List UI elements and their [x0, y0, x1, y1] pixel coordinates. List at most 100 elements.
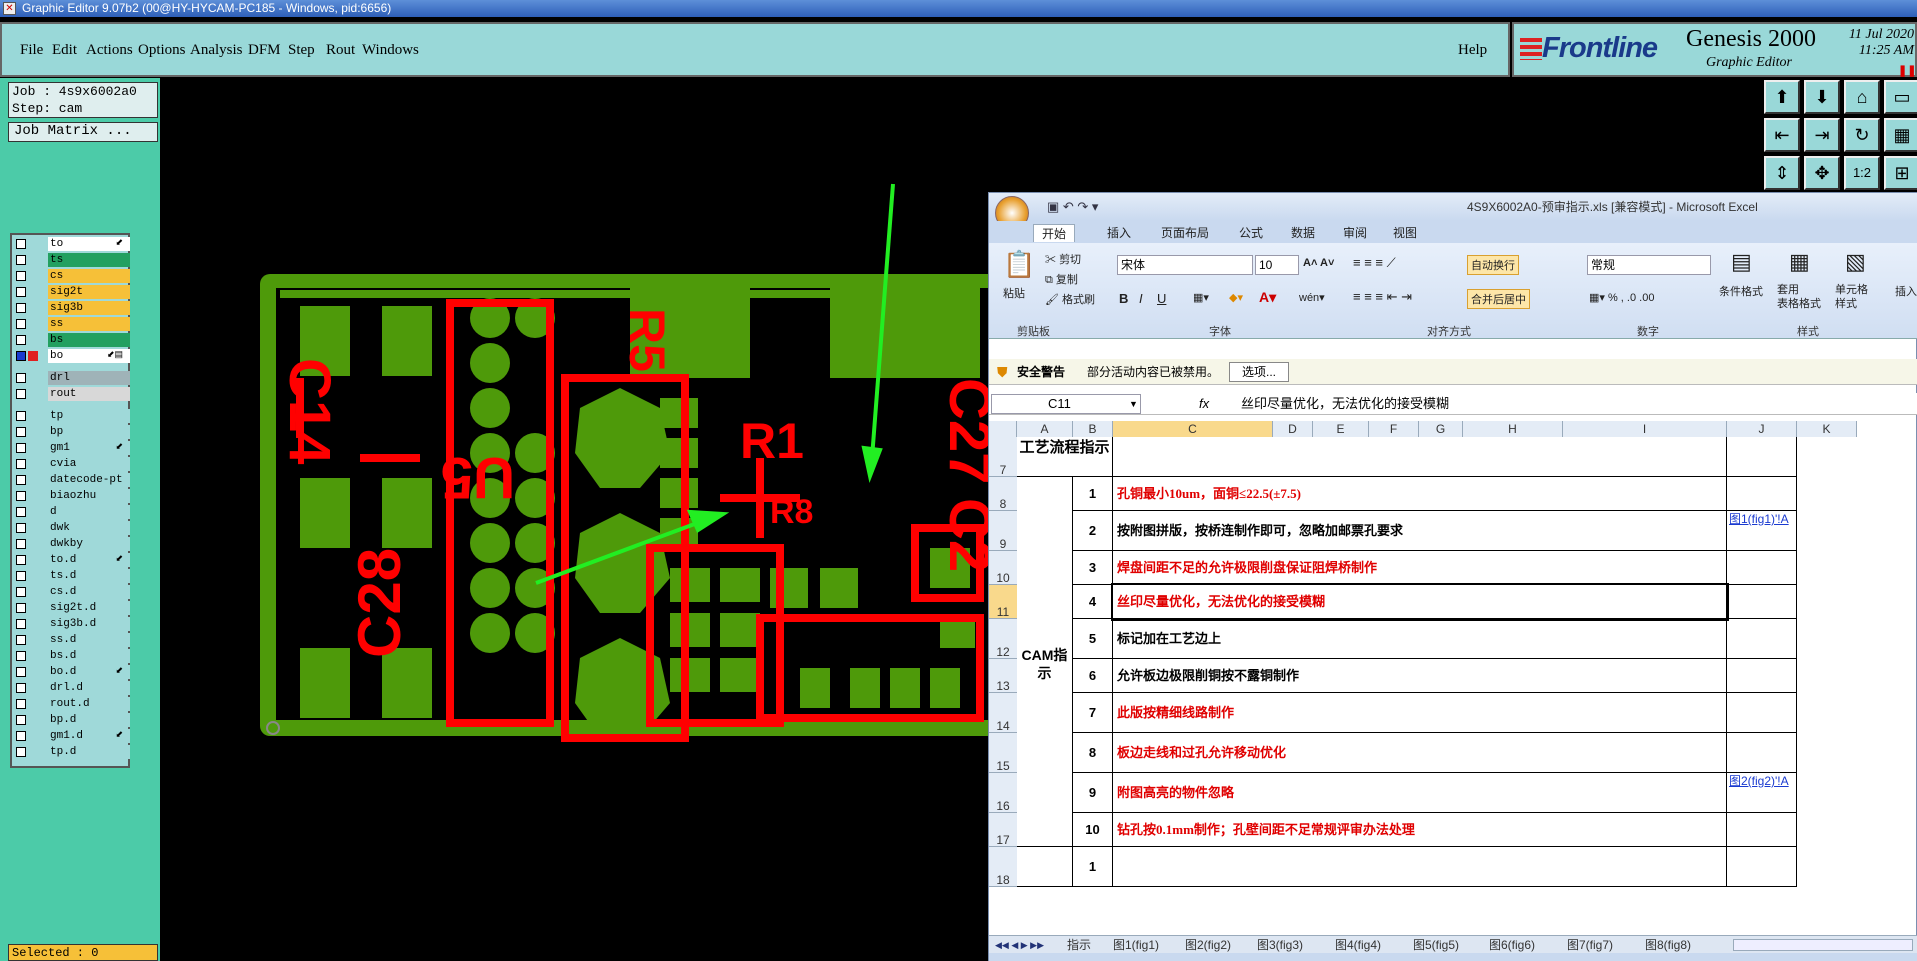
merge-center-button[interactable]: 合并后居中	[1467, 289, 1530, 309]
layer-row[interactable]: sig2t	[14, 285, 130, 299]
item-number[interactable]: 3	[1073, 551, 1113, 585]
instruction-cell[interactable]: 钻孔按0.1mm制作；孔壁间距不足常规评审办法处理	[1113, 813, 1727, 847]
instruction-cell[interactable]: 丝印尽量优化，无法优化的接受模糊	[1111, 583, 1729, 621]
row-header[interactable]: 15	[989, 733, 1017, 773]
layer-checkbox[interactable]	[16, 271, 26, 281]
layer-checkbox[interactable]	[16, 715, 26, 725]
link-cell[interactable]: 图2(fig2)'!A	[1727, 773, 1797, 813]
layer-row[interactable]: sig2t.d	[14, 601, 130, 615]
column-header[interactable]: K	[1797, 421, 1857, 437]
layer-checkbox[interactable]	[16, 443, 26, 453]
layer-row[interactable]: gm1 ⬋	[14, 441, 130, 455]
row-header[interactable]: 8	[989, 477, 1017, 511]
link-cell[interactable]	[1727, 477, 1797, 511]
layer-name[interactable]: datecode-pt	[48, 473, 130, 487]
security-options-button[interactable]: 选项...	[1229, 362, 1290, 382]
layer-name[interactable]: d	[48, 505, 130, 519]
paste-icon[interactable]: 📋	[1003, 249, 1035, 280]
row-header[interactable]: 18	[989, 847, 1017, 887]
layer-checkbox[interactable]	[16, 335, 26, 345]
font-name-select[interactable]: 宋体	[1117, 255, 1253, 275]
layer-name[interactable]: drl	[48, 371, 130, 385]
pause-icon[interactable]: ❚❚	[1898, 64, 1916, 77]
column-header[interactable]: I	[1563, 421, 1727, 437]
layer-row[interactable]: tp.d	[14, 745, 130, 759]
font-grow-shrink-icon[interactable]: A˄ A˅	[1303, 257, 1334, 269]
cell-style-icon[interactable]: ▧	[1845, 249, 1866, 275]
instruction-cell[interactable]: 孔铜最小10um，面铜≤22.5(±7.5)	[1113, 477, 1727, 511]
layer-row[interactable]: rout.d	[14, 697, 130, 711]
layer-row[interactable]: bs	[14, 333, 130, 347]
row-header[interactable]: 16	[989, 773, 1017, 813]
column-header[interactable]: J	[1727, 421, 1797, 437]
align-vertical-icon[interactable]: ≡ ≡ ≡ ⟋	[1353, 255, 1396, 271]
row-header[interactable]: 9	[989, 511, 1017, 551]
fit-icon[interactable]: ⇕	[1764, 156, 1800, 190]
layer-checkbox[interactable]	[16, 287, 26, 297]
spreadsheet-grid[interactable]: A B C D E F G H I J K 7 8 1 孔铜最小10um，面铜≤22.5(±7.5) 9 2 按附…	[989, 421, 1917, 935]
layer-checkbox[interactable]	[16, 491, 26, 501]
grid-icon[interactable]: ▦	[1884, 118, 1917, 152]
sheet-nav-arrows-icon[interactable]: ◀◀ ◀ ▶ ▶▶	[995, 936, 1044, 954]
column-header[interactable]: H	[1463, 421, 1563, 437]
fill-color-icon[interactable]: ◆▾	[1229, 291, 1243, 304]
column-header[interactable]: B	[1073, 421, 1113, 437]
layer-name[interactable]: biaozhu	[48, 489, 130, 503]
layer-name[interactable]: bs.d	[48, 649, 130, 663]
layer-row[interactable]: ss.d	[14, 633, 130, 647]
sheet-tab[interactable]: 图4(fig4)	[1335, 936, 1381, 954]
tab-review[interactable]: 审阅	[1343, 224, 1367, 241]
layer-checkbox[interactable]	[16, 523, 26, 533]
layer-row[interactable]: sig3b.d	[14, 617, 130, 631]
item-number[interactable]: 1	[1073, 477, 1113, 511]
table-format-button[interactable]: 套用 表格格式	[1777, 283, 1821, 311]
link-cell[interactable]	[1727, 585, 1797, 619]
layer-row[interactable]: ss	[14, 317, 130, 331]
layer-row[interactable]: cs	[14, 269, 130, 283]
number-format-icons[interactable]: ▦▾ % , .0 .00	[1589, 291, 1654, 304]
layer-row[interactable]: biaozhu	[14, 489, 130, 503]
layer-name[interactable]: rout	[48, 387, 130, 401]
layer-name[interactable]: dwk	[48, 521, 130, 535]
layer-row[interactable]: ts	[14, 253, 130, 267]
menu-step[interactable]: Step	[288, 42, 315, 59]
layer-name[interactable]: drl.d	[48, 681, 130, 695]
tab-insert[interactable]: 插入	[1107, 224, 1131, 241]
menu-actions[interactable]: Actions	[86, 42, 133, 59]
layer-row[interactable]: bo.d ⬋	[14, 665, 130, 679]
layer-row[interactable]: ts.d	[14, 569, 130, 583]
cut-button[interactable]: ✂ 剪切	[1045, 251, 1081, 267]
copy-button[interactable]: ⧉ 复制	[1045, 271, 1078, 287]
link-cell[interactable]	[1727, 847, 1797, 887]
layer-checkbox[interactable]	[16, 683, 26, 693]
instruction-cell[interactable]: 此版按精细线路制作	[1113, 693, 1727, 733]
format-painter-button[interactable]: 🖌 格式刷	[1045, 291, 1095, 307]
layer-name[interactable]: sig2t	[48, 285, 130, 299]
layer-row[interactable]: cs.d	[14, 585, 130, 599]
layer-checkbox[interactable]	[16, 603, 26, 613]
layer-checkbox[interactable]	[16, 699, 26, 709]
layer-name[interactable]: ss	[48, 317, 130, 331]
conditional-format-button[interactable]: 条件格式	[1719, 283, 1763, 299]
link-cell[interactable]	[1727, 551, 1797, 585]
item-number[interactable]: 6	[1073, 659, 1113, 693]
instruction-cell[interactable]: 允许板边极限削铜按不露铜制作	[1113, 659, 1727, 693]
layer-checkbox[interactable]	[16, 459, 26, 469]
layer-name[interactable]: sig2t.d	[48, 601, 130, 615]
layer-checkbox[interactable]	[16, 239, 26, 249]
column-header[interactable]: E	[1313, 421, 1369, 437]
layer-checkbox[interactable]	[16, 539, 26, 549]
layer-checkbox[interactable]	[16, 747, 26, 757]
tab-page-layout[interactable]: 页面布局	[1161, 224, 1209, 241]
link-cell[interactable]	[1727, 619, 1797, 659]
name-box[interactable]: C11	[991, 394, 1141, 414]
column-header[interactable]: D	[1273, 421, 1313, 437]
layer-name[interactable]: cs.d	[48, 585, 130, 599]
link-cell[interactable]	[1727, 813, 1797, 847]
tab-view[interactable]: 视图	[1393, 224, 1417, 241]
layer-name[interactable]: ss.d	[48, 633, 130, 647]
link-cell[interactable]: 图1(fig1)'!A	[1727, 511, 1797, 551]
fx-icon[interactable]: fx	[1199, 393, 1209, 415]
layer-checkbox[interactable]	[16, 555, 26, 565]
layer-name[interactable]: tp.d	[48, 745, 130, 759]
